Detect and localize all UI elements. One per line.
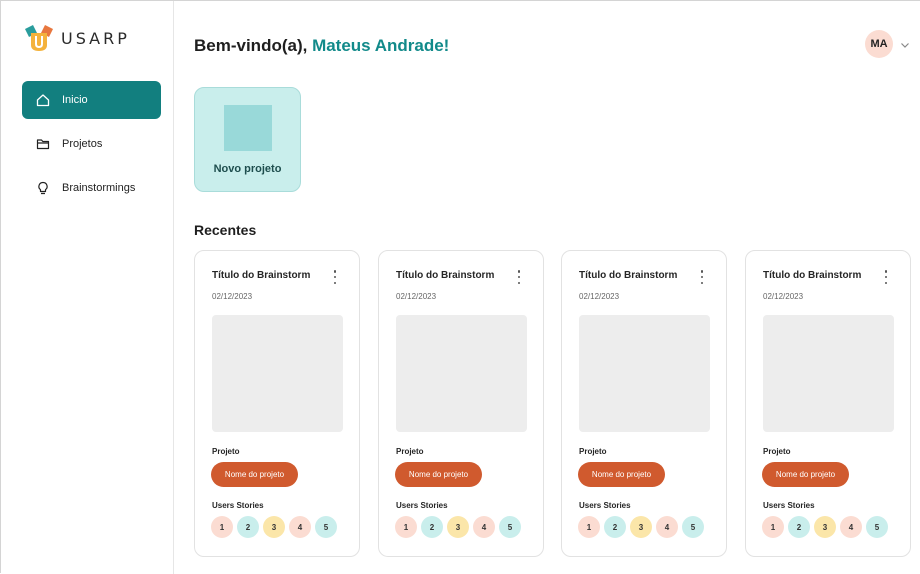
usarp-logo-icon xyxy=(23,23,55,53)
folder-icon xyxy=(36,137,50,151)
recentes-heading: Recentes xyxy=(194,222,257,238)
user-story-badge[interactable]: 5 xyxy=(682,516,704,538)
card-project-label: Projeto xyxy=(579,447,607,456)
user-stories-list: 1 2 3 4 5 xyxy=(762,516,892,538)
sidebar-nav: Inicio Projetos Brainstormings xyxy=(22,81,161,213)
user-story-badge[interactable]: 2 xyxy=(788,516,810,538)
user-stories-list: 1 2 3 4 5 xyxy=(395,516,525,538)
user-name: Mateus Andrade! xyxy=(312,36,450,55)
card-date: 02/12/2023 xyxy=(212,292,253,301)
user-story-badge[interactable]: 1 xyxy=(578,516,600,538)
card-project-label: Projeto xyxy=(212,447,240,456)
sidebar-item-label: Brainstormings xyxy=(62,182,136,194)
user-story-badge[interactable]: 5 xyxy=(315,516,337,538)
more-options-icon[interactable] xyxy=(880,269,892,285)
user-story-badge[interactable]: 4 xyxy=(840,516,862,538)
sidebar-item-inicio[interactable]: Inicio xyxy=(22,81,161,119)
user-story-badge[interactable]: 2 xyxy=(604,516,626,538)
user-story-badge[interactable]: 5 xyxy=(866,516,888,538)
user-story-badge[interactable]: 2 xyxy=(421,516,443,538)
sidebar-item-projetos[interactable]: Projetos xyxy=(22,125,161,163)
app-frame: USARP Inicio Projetos Brainstormings Bem… xyxy=(0,0,920,574)
brainstorm-card[interactable]: Título do Brainstorm 02/12/2023 Projeto … xyxy=(378,250,544,557)
user-story-badge[interactable]: 3 xyxy=(263,516,285,538)
user-story-badge[interactable]: 4 xyxy=(289,516,311,538)
user-stories-list: 1 2 3 4 5 xyxy=(211,516,341,538)
brainstorm-card[interactable]: Título do Brainstorm 02/12/2023 Projeto … xyxy=(561,250,727,557)
sidebar-item-label: Inicio xyxy=(62,94,88,106)
card-title: Título do Brainstorm xyxy=(763,270,862,281)
brainstorm-card[interactable]: Título do Brainstorm 02/12/2023 Projeto … xyxy=(745,250,911,557)
new-project-button[interactable]: Novo projeto xyxy=(194,87,301,192)
project-chip[interactable]: Nome do projeto xyxy=(395,462,482,487)
home-icon xyxy=(36,93,50,107)
card-title: Título do Brainstorm xyxy=(212,270,311,281)
card-date: 02/12/2023 xyxy=(396,292,437,301)
card-image-placeholder xyxy=(763,315,894,432)
card-stories-label: Users Stories xyxy=(396,501,448,510)
page-title: Bem-vindo(a), Mateus Andrade! xyxy=(194,36,449,56)
user-story-badge[interactable]: 5 xyxy=(499,516,521,538)
user-story-badge[interactable]: 4 xyxy=(473,516,495,538)
brainstorm-card[interactable]: Título do Brainstorm 02/12/2023 Projeto … xyxy=(194,250,360,557)
sidebar-item-brainstormings[interactable]: Brainstormings xyxy=(22,169,161,207)
card-date: 02/12/2023 xyxy=(579,292,620,301)
more-options-icon[interactable] xyxy=(329,269,341,285)
card-title: Título do Brainstorm xyxy=(579,270,678,281)
card-stories-label: Users Stories xyxy=(763,501,815,510)
user-story-badge[interactable]: 3 xyxy=(814,516,836,538)
user-story-badge[interactable]: 2 xyxy=(237,516,259,538)
card-stories-label: Users Stories xyxy=(579,501,631,510)
avatar[interactable]: MA xyxy=(865,30,893,58)
project-chip[interactable]: Nome do projeto xyxy=(578,462,665,487)
new-project-thumbnail xyxy=(224,105,272,151)
main-content: Bem-vindo(a), Mateus Andrade! MA Novo pr… xyxy=(175,1,920,574)
new-project-label: Novo projeto xyxy=(213,163,282,175)
project-chip[interactable]: Nome do projeto xyxy=(211,462,298,487)
user-story-badge[interactable]: 3 xyxy=(447,516,469,538)
welcome-prefix: Bem-vindo(a), xyxy=(194,36,313,55)
card-stories-label: Users Stories xyxy=(212,501,264,510)
card-title: Título do Brainstorm xyxy=(396,270,495,281)
user-stories-list: 1 2 3 4 5 xyxy=(578,516,708,538)
sidebar-item-label: Projetos xyxy=(62,138,103,150)
card-image-placeholder xyxy=(396,315,527,432)
card-image-placeholder xyxy=(579,315,710,432)
more-options-icon[interactable] xyxy=(696,269,708,285)
chevron-down-icon[interactable] xyxy=(899,38,911,50)
card-image-placeholder xyxy=(212,315,343,432)
logo-text: USARP xyxy=(61,28,130,48)
user-story-badge[interactable]: 4 xyxy=(656,516,678,538)
logo[interactable]: USARP xyxy=(23,23,130,53)
user-story-badge[interactable]: 3 xyxy=(630,516,652,538)
more-options-icon[interactable] xyxy=(513,269,525,285)
card-project-label: Projeto xyxy=(396,447,424,456)
user-story-badge[interactable]: 1 xyxy=(395,516,417,538)
user-story-badge[interactable]: 1 xyxy=(762,516,784,538)
lightbulb-icon xyxy=(36,181,50,195)
card-project-label: Projeto xyxy=(763,447,791,456)
sidebar: USARP Inicio Projetos Brainstormings xyxy=(10,1,174,574)
card-date: 02/12/2023 xyxy=(763,292,804,301)
user-story-badge[interactable]: 1 xyxy=(211,516,233,538)
project-chip[interactable]: Nome do projeto xyxy=(762,462,849,487)
